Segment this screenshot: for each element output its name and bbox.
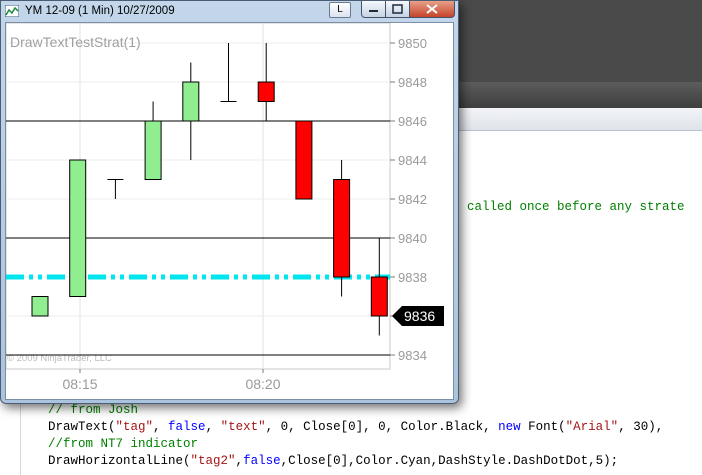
y-tick-label: 9842 [398, 192, 427, 207]
minimize-button[interactable] [361, 1, 386, 18]
code-token-keyword: new [498, 420, 521, 434]
code-comment-fragment: s called once before any strate [452, 200, 685, 214]
code-token: Font( [520, 420, 566, 434]
y-tick-label: 9850 [398, 36, 427, 51]
candle-body [31, 296, 49, 317]
code-token: , 0, Close[0], 0, Color.Black, [265, 420, 499, 434]
code-token-string: "tag2" [190, 454, 236, 468]
code-token-string: "Arial" [565, 420, 619, 434]
candle-body [333, 179, 351, 278]
close-icon [426, 4, 438, 14]
candle-body [69, 159, 87, 297]
chart-app-icon [5, 5, 19, 17]
window-title: YM 12-09 (1 Min) 10/27/2009 [25, 5, 175, 17]
price-marker-label: 9836 [404, 308, 435, 324]
code-token: , 30), [618, 420, 664, 434]
code-token: , [153, 420, 169, 434]
candle-body [182, 81, 200, 122]
code-comment-from-josh: // from Josh [48, 403, 139, 417]
candle-body [257, 81, 275, 102]
plot-area [6, 23, 391, 370]
code-token-keyword: false [243, 454, 281, 468]
y-tick-label: 9840 [398, 231, 427, 246]
code-comment-from-nt7: //from NT7 indicator [48, 437, 199, 451]
code-token-string: "text" [220, 420, 266, 434]
y-tick-label: 9848 [398, 75, 427, 90]
code-token-string: "tag" [115, 420, 154, 434]
chart-window[interactable]: YM 12-09 (1 Min) 10/27/2009 L DrawTextTe… [0, 0, 459, 404]
code-line-drawtext: DrawText("tag", false, "text", 0, Close[… [48, 420, 663, 434]
code-token: DrawHorizontalLine( [48, 454, 191, 468]
y-tick-label: 9844 [398, 153, 427, 168]
caption-buttons [361, 1, 455, 18]
code-token: , [205, 420, 221, 434]
code-token: ,Close[0],Color.Cyan,DashStyle.DashDotDo… [280, 454, 619, 468]
code-token: DrawText( [48, 420, 116, 434]
code-token-keyword: false [168, 420, 206, 434]
candle-body [370, 276, 388, 317]
y-tick-label: 9834 [398, 348, 427, 363]
x-tick-label: 08:20 [245, 376, 280, 392]
code-token: , [235, 454, 244, 468]
maximize-icon [392, 4, 403, 14]
chart-panel[interactable]: DrawTextTestStrat(1) © 2009 NinjaTrader, … [5, 22, 454, 400]
minimize-icon [369, 10, 378, 12]
code-line-drawhorizontalline: DrawHorizontalLine("tag2",false,Close[0]… [48, 454, 618, 468]
link-button[interactable]: L [329, 2, 351, 18]
candle-body [144, 120, 162, 180]
candle-body [295, 120, 313, 200]
candlestick-chart: DrawTextTestStrat(1)© 2009 NinjaTrader, … [6, 23, 444, 392]
maximize-button[interactable] [385, 1, 410, 18]
strategy-label: DrawTextTestStrat(1) [10, 34, 141, 50]
x-tick-label: 08:15 [62, 376, 97, 392]
y-tick-label: 9838 [398, 270, 427, 285]
window-titlebar[interactable]: YM 12-09 (1 Min) 10/27/2009 L [1, 1, 458, 23]
y-tick-label: 9846 [398, 114, 427, 129]
close-button[interactable] [409, 1, 455, 18]
